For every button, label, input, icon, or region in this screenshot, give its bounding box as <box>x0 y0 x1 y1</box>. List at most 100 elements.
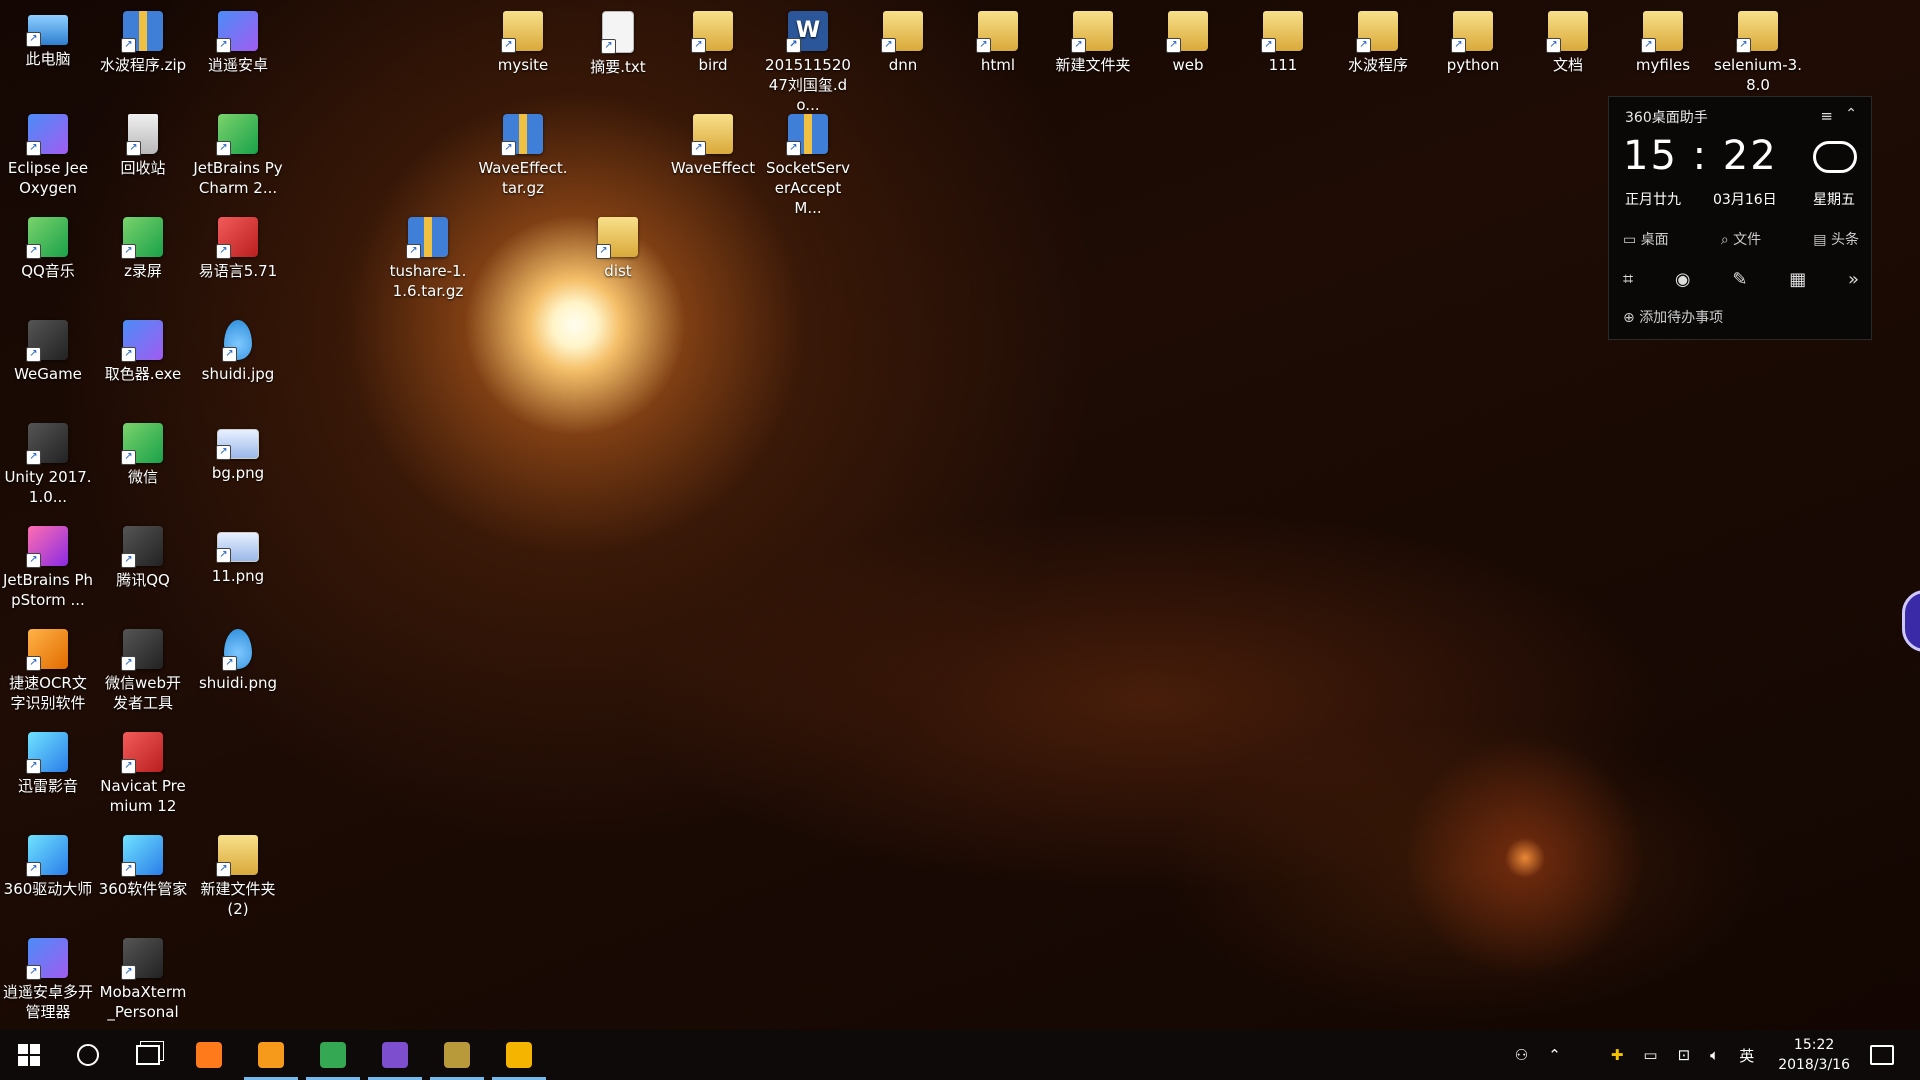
desktop-icon[interactable]: ↗ 文档 <box>1521 3 1615 103</box>
shortcut-arrow-icon: ↗ <box>121 347 136 362</box>
chevron-up-icon[interactable]: ⌃ <box>1548 1046 1561 1064</box>
qq-icon: ↗ <box>121 526 163 568</box>
taskbar-app-button[interactable] <box>302 1030 364 1080</box>
crop-icon[interactable]: ⌗ <box>1623 269 1633 290</box>
network-icon[interactable]: ⊡ <box>1678 1046 1691 1064</box>
desktop-icon[interactable]: ↗ web <box>1141 3 1235 103</box>
desktop-icon[interactable]: ↗ 360软件管家 <box>96 827 190 927</box>
desktop-icon[interactable]: ↗ JetBrains PhpStorm ... <box>1 518 95 618</box>
menu-icon[interactable]: ≡ <box>1820 107 1833 125</box>
desktop-icon[interactable]: ↗ WeGame <box>1 312 95 412</box>
shortcut-arrow-icon: ↗ <box>216 38 231 53</box>
desktop-icon[interactable]: ↗ tushare-1.1.6.tar.gz <box>381 209 475 309</box>
more-icon[interactable]: » <box>1848 269 1859 290</box>
desktop-icon[interactable]: ↗ Eclipse Jee Oxygen <box>1 106 95 206</box>
people-icon[interactable]: ⚇ <box>1515 1046 1528 1064</box>
shortcut-arrow-icon: ↗ <box>26 965 41 980</box>
note-icon[interactable]: ✎ <box>1732 269 1747 290</box>
color-picker-icon: ↗ <box>121 320 163 362</box>
taskbar-clock[interactable]: 15:22 2018/3/16 <box>1778 1035 1850 1075</box>
shortcut-arrow-icon: ↗ <box>406 244 421 259</box>
desktop-icon[interactable]: ↗ WaveEffect.tar.gz <box>476 106 570 206</box>
desktop-icon[interactable]: ↗ SocketServerAcceptM... <box>761 106 855 217</box>
desktop-icon[interactable]: ↗ 新建文件夹 (2) <box>191 827 285 927</box>
desktop-icon[interactable]: ↗ myfiles <box>1616 3 1710 103</box>
desktop-icon-label: 新建文件夹 <box>1055 56 1131 74</box>
taskbar-app-button[interactable] <box>178 1030 240 1080</box>
desktop-icon[interactable]: ↗ JetBrains PyCharm 2... <box>191 106 285 206</box>
add-todo-button[interactable]: ⊕ 添加待办事项 <box>1623 307 1723 327</box>
desktop-icon[interactable]: ↗ dnn <box>856 3 950 103</box>
desktop-icon[interactable]: ↗ 360驱动大师 <box>1 827 95 927</box>
taskbar-app-button[interactable] <box>364 1030 426 1080</box>
taskbar-app-button[interactable] <box>426 1030 488 1080</box>
desktop-icon[interactable]: ↗ shuidi.jpg <box>191 312 285 412</box>
chevron-up-icon[interactable]: ⌃ <box>1845 106 1857 122</box>
desktop-icon-label: selenium-3.8.0 <box>1714 56 1802 94</box>
desktop-icon[interactable]: ↗ 111 <box>1236 3 1330 103</box>
tab-desktop[interactable]: ▭ 桌面 <box>1623 229 1669 249</box>
chrome-icon <box>320 1042 346 1068</box>
desktop-icon[interactable]: ↗ 逍遥安卓多开管理器 <box>1 930 95 1030</box>
desktop-icon[interactable]: ↗ 迅雷影音 <box>1 724 95 824</box>
notification-icon[interactable] <box>1870 1045 1894 1065</box>
cortana-button[interactable] <box>58 1030 118 1080</box>
desktop-icon[interactable]: ↗ 腾讯QQ <box>96 518 190 618</box>
desktop-icon[interactable]: ↗ 回收站 <box>96 106 190 206</box>
image-file-icon: ↗ <box>222 320 252 362</box>
shortcut-arrow-icon: ↗ <box>596 244 611 259</box>
desktop-icon[interactable]: ↗ z录屏 <box>96 209 190 309</box>
volume-icon[interactable]: 🔈︎ <box>1710 1046 1719 1064</box>
folder-icon: ↗ <box>216 835 258 877</box>
desktop-icon[interactable]: ↗ selenium-3.8.0 <box>1711 3 1805 103</box>
battery-icon[interactable]: ▭ <box>1643 1046 1657 1064</box>
desktop-icon[interactable]: ↗ 水波程序 <box>1331 3 1425 103</box>
desktop-icon[interactable]: ↗ 此电脑 <box>1 3 95 103</box>
taskbar-app-button[interactable] <box>240 1030 302 1080</box>
shortcut-arrow-icon: ↗ <box>501 38 516 53</box>
desktop-icon-label: 逍遥安卓 <box>207 56 268 74</box>
wegame-icon: ↗ <box>26 320 68 362</box>
taskbar-app-button[interactable] <box>488 1030 550 1080</box>
desktop-icon[interactable]: ↗ html <box>951 3 1045 103</box>
desktop-icon[interactable]: ↗ bird <box>666 3 760 103</box>
desktop-icon[interactable]: ↗MobaXterm_Personal_... <box>96 930 190 1041</box>
desktop-icon[interactable]: W ↗ 20151152047刘国玺.do... <box>761 3 855 114</box>
desktop-icon[interactable]: ↗ 新建文件夹 <box>1046 3 1140 103</box>
desktop-icon[interactable]: ↗ 水波程序.zip <box>96 3 190 103</box>
start-button[interactable] <box>0 1030 58 1080</box>
folder-icon: ↗ <box>691 11 733 53</box>
task-view-button[interactable] <box>118 1030 178 1080</box>
tab-files[interactable]: ⌕ 文件 <box>1721 229 1761 249</box>
desktop-icon[interactable]: ↗ WaveEffect <box>666 106 760 206</box>
android-multi-icon: ↗ <box>26 938 68 980</box>
desktop-icon-label: 摘要.txt <box>590 58 646 76</box>
desktop-icon[interactable]: ↗ 微信 <box>96 415 190 515</box>
cloud-icon[interactable] <box>1813 141 1857 173</box>
desktop-icon[interactable]: ↗ Unity 2017.1.0... <box>1 415 95 515</box>
desktop-icon[interactable]: ↗ dist <box>571 209 665 309</box>
tab-news[interactable]: ▤ 头条 <box>1813 229 1859 249</box>
desktop-icon[interactable]: ↗ 摘要.txt <box>571 3 665 103</box>
desktop-icon[interactable]: ↗ mysite <box>476 3 570 103</box>
desktop-icon[interactable]: ↗ bg.png <box>191 415 285 515</box>
eye-icon[interactable]: ◉ <box>1675 269 1691 290</box>
desktop-icon[interactable]: ↗ shuidi.png <box>191 621 285 721</box>
system-tray: ⚇ ⌃ ✚ ▭ ⊡ 🔈︎ 英 15:22 2018/3/16 <box>1505 1030 1920 1080</box>
ime-indicator[interactable]: 英 <box>1739 1045 1754 1066</box>
desktop-icon[interactable]: ↗ Navicat Premium 12 <box>96 724 190 824</box>
recycle-bin-icon: ↗ <box>126 114 158 156</box>
desktop-icon[interactable]: ↗ 捷速OCR文字识别软件 <box>1 621 95 721</box>
software-manager-icon: ↗ <box>121 835 163 877</box>
desktop-icon[interactable]: ↗ 易语言5.71 <box>191 209 285 309</box>
desktop-icon[interactable]: ↗ QQ音乐 <box>1 209 95 309</box>
desktop-icon[interactable]: ↗ python <box>1426 3 1520 103</box>
desktop-icon[interactable]: ↗ 取色器.exe <box>96 312 190 412</box>
desktop-icon[interactable]: ↗ 11.png <box>191 518 285 618</box>
shortcut-arrow-icon: ↗ <box>121 965 136 980</box>
desktop-icon[interactable]: ↗ 微信web开发者工具 <box>96 621 190 721</box>
desktop-icon-label: 水波程序.zip <box>99 56 187 74</box>
desktop-icon[interactable]: ↗ 逍遥安卓 <box>191 3 285 103</box>
calculator-icon[interactable]: ▦ <box>1789 269 1806 290</box>
security-icon[interactable]: ✚ <box>1611 1046 1624 1064</box>
